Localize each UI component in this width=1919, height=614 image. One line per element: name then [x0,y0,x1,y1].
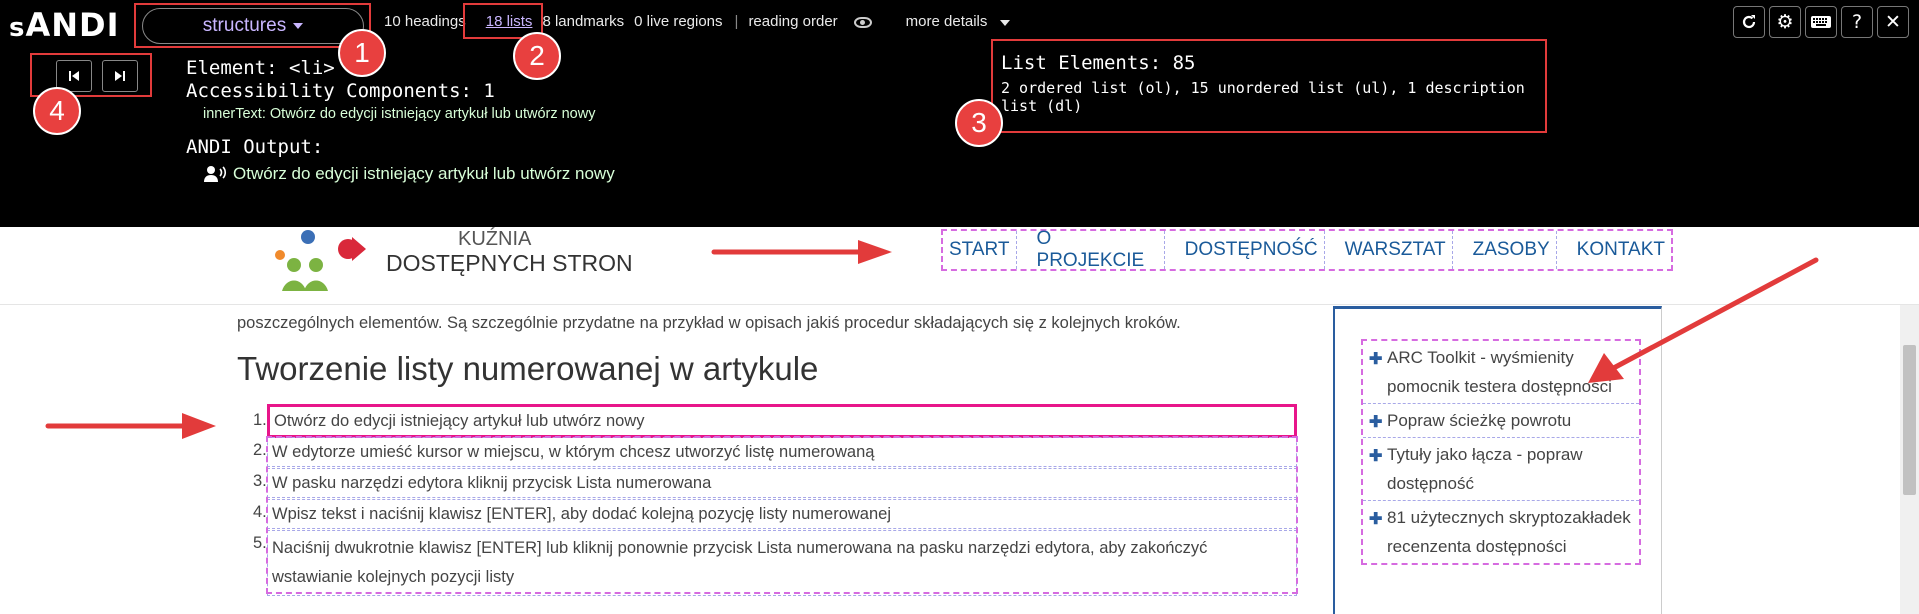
andi-logo-prefix: s [9,13,26,43]
list-item-text: Wpisz tekst i naciśnij klawisz [ENTER], … [267,499,1297,529]
landmarks-count: 8 landmarks [542,13,625,30]
andi-logo-main: ANDI [25,6,120,44]
annotation-box-module [134,3,371,48]
list-item: 4. Wpisz tekst i naciśnij klawisz [ENTER… [253,498,1297,529]
live-regions-count: 0 live regions [634,13,723,30]
plus-icon: ✚ [1369,511,1383,528]
list-item-text: W pasku narzędzi edytora kliknij przycis… [267,468,1297,498]
eye-icon [853,16,872,28]
next-element-button[interactable] [102,60,138,92]
annotation-badge-3: 3 [955,99,1003,147]
andi-logo: sANDI [9,6,120,44]
more-details-button[interactable]: more details [906,13,1021,30]
list-item-number: 4. [253,503,267,521]
annotation-badge-1: 1 [338,29,386,77]
list-item-number: 5. [253,534,267,552]
article-heading: Tworzenie listy numerowanej w artykule [237,350,819,387]
andi-output: Otwórz do edycji istniejący artykuł lub … [203,164,615,184]
logo-line1: KUŹNIA [458,228,532,250]
list-item: 1. Otwórz do edycji istniejący artykuł l… [253,404,1297,438]
annotation-arrow-nav [711,240,892,264]
nav-item-start[interactable]: START [943,231,1017,269]
nav-item-dostepnosc[interactable]: DOSTĘPNOŚĆ [1165,231,1325,269]
sidebar-link-item[interactable]: ✚ Popraw ścieżkę powrotu [1363,404,1639,438]
element-info: Element: <li> Accessibility Components: … [186,57,615,184]
list-elements-detail: 2 ordered list (ol), 15 unordered list (… [1001,79,1525,115]
logo-line2: DOSTĘPNYCH STRON [386,250,633,276]
list-item-number: 2. [253,441,267,459]
inner-text: innerText: Otwórz do edycji istniejący a… [203,106,596,122]
andi-output-text: Otwórz do edycji istniejący artykuł lub … [233,164,615,183]
headings-count: 10 headings [384,13,466,30]
site-logo-icon[interactable] [244,227,374,297]
nav-item-o-projekcie[interactable]: O PROJEKCIE [1017,228,1165,271]
list-elements-panel: List Elements: 85 2 ordered list (ol), 1… [991,39,1547,133]
list-item-number: 3. [253,472,267,490]
close-icon[interactable]: ✕ [1877,6,1909,38]
page-scrollbar[interactable] [1900,305,1919,614]
list-elements-title: List Elements: 85 [1001,52,1196,74]
list-item-text: Otwórz do edycji istniejący artykuł lub … [267,404,1297,438]
components-label: Accessibility Components: 1 [186,80,495,102]
list-item-text: W edytorze umieść kursor w miejscu, w kt… [267,437,1297,467]
skip-next-icon [115,71,125,81]
reading-order-toggle[interactable]: reading order [748,13,881,30]
list-item: 2. W edytorze umieść kursor w miejscu, w… [253,436,1297,467]
nav-item-warsztat[interactable]: WARSZTAT [1325,231,1453,269]
plus-icon: ✚ [1369,448,1383,465]
chevron-down-icon [1000,20,1011,26]
refresh-icon[interactable] [1733,6,1765,38]
list-item-text: Naciśnij dwukrotnie klawisz [ENTER] lub … [267,530,1297,596]
list-item: 3. W pasku narzędzi edytora kliknij przy… [253,467,1297,498]
list-item-number: 1. [253,411,267,429]
summary-separator: | [734,13,739,30]
speaker-person-icon [204,166,227,182]
annotation-arrow-list [45,413,216,439]
help-icon[interactable]: ? [1841,6,1873,38]
andi-toolbar-buttons: ⚙ ? ✕ [1733,6,1909,38]
main-navigation: START O PROJEKCIE DOSTĘPNOŚĆ WARSZTAT ZA… [941,228,1673,271]
sidebar-link-item[interactable]: ✚ Tytuły jako łącza - popraw dostępność [1363,438,1639,501]
keyboard-icon[interactable] [1805,6,1837,38]
annotation-badge-4: 4 [33,87,81,135]
scrollbar-thumb[interactable] [1903,345,1916,495]
output-label: ANDI Output: [186,136,324,158]
site-logo-text: KUŹNIA DOSTĘPNYCH STRON [386,227,633,275]
plus-icon: ✚ [1369,414,1383,431]
plus-icon: ✚ [1369,351,1383,368]
annotation-badge-2: 2 [513,32,561,80]
sidebar-link-item[interactable]: ✚ 81 użytecznych skryptozakładek recenzen… [1363,501,1639,563]
article-intro-text: poszczególnych elementów. Są szczególnie… [237,314,1181,332]
settings-icon[interactable]: ⚙ [1769,6,1801,38]
list-item: 5. Naciśnij dwukrotnie klawisz [ENTER] l… [253,529,1297,596]
annotation-arrow-sidebar [1588,257,1819,383]
skip-previous-icon [69,71,79,81]
nav-item-zasoby[interactable]: ZASOBY [1453,231,1557,269]
